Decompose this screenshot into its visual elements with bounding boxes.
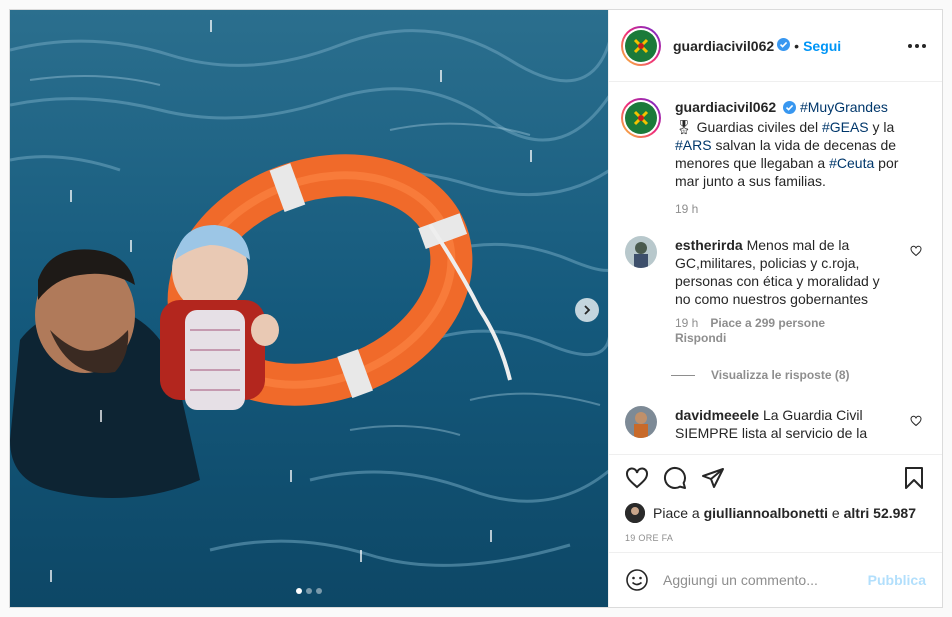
hashtag-link[interactable]: #ARS xyxy=(675,137,712,153)
likes-prefix: Piace a xyxy=(653,505,700,521)
likes-middle: e xyxy=(831,505,840,521)
verified-badge-icon xyxy=(783,100,797,118)
caption-time[interactable]: 19 h xyxy=(675,202,905,216)
comment-username[interactable]: estherirda xyxy=(675,237,743,253)
chevron-right-icon xyxy=(582,305,592,315)
instagram-post: guardiacivil062 • Segui guardiacivil062 xyxy=(9,9,943,608)
post-actions: Piace a giulliannoalbonetti e altri 52.9… xyxy=(609,454,942,552)
more-options-icon[interactable] xyxy=(908,43,926,48)
carousel-next-button[interactable] xyxy=(575,298,599,322)
heart-icon[interactable] xyxy=(625,466,649,490)
post-caption: guardiacivil062 #MuyGrandes 🎖 Guardias ci… xyxy=(621,98,926,216)
caption-text-segment: 🎖 xyxy=(675,119,693,135)
post-header: guardiacivil062 • Segui xyxy=(609,10,942,82)
post-sidebar: guardiacivil062 • Segui guardiacivil062 xyxy=(608,10,942,607)
comment-username[interactable]: davidmeeele xyxy=(675,407,759,423)
caption-text: guardiacivil062 #MuyGrandes 🎖 Guardias ci… xyxy=(675,98,905,190)
hashtag-link[interactable]: #Ceuta xyxy=(829,155,874,171)
caption-text-segment: Guardias civiles del xyxy=(692,119,822,135)
comment-item: estherirda Menos mal de la GC,militares,… xyxy=(621,236,926,346)
guardia-civil-emblem-icon xyxy=(633,110,649,126)
carousel-indicator xyxy=(296,588,322,594)
bookmark-icon[interactable] xyxy=(902,466,926,490)
author-avatar[interactable] xyxy=(621,25,661,66)
guardia-civil-emblem-icon xyxy=(633,38,649,53)
author-username[interactable]: guardiacivil062 xyxy=(673,38,774,54)
carousel-dot-3 xyxy=(316,588,322,594)
comment-time[interactable]: 19 h xyxy=(675,316,698,331)
follow-button[interactable]: Segui xyxy=(803,38,841,54)
comment-like-heart-icon[interactable] xyxy=(910,244,922,260)
follow-separator: • xyxy=(794,37,800,54)
share-icon[interactable] xyxy=(701,466,725,490)
carousel-dot-1 xyxy=(296,588,302,594)
caption-avatar[interactable] xyxy=(621,98,661,138)
commenter-avatar[interactable] xyxy=(625,236,657,268)
comment-input[interactable] xyxy=(663,572,868,588)
likes-summary: Piace a giulliannoalbonetti e altri 52.9… xyxy=(625,503,926,523)
commenter-avatar[interactable] xyxy=(625,406,657,438)
comment-item: davidmeeele La Guardia Civil SIEMPRE lis… xyxy=(621,406,926,442)
likes-others-link[interactable]: altri 52.987 xyxy=(844,505,916,521)
view-replies-button[interactable]: Visualizza le risposte (8) xyxy=(671,368,926,382)
hashtag-link[interactable]: #MuyGrandes xyxy=(800,99,888,115)
post-date[interactable]: 19 ORE FA xyxy=(625,533,926,543)
publish-button[interactable]: Pubblica xyxy=(868,572,926,588)
liker-username[interactable]: giulliannoalbonetti xyxy=(704,505,828,521)
verified-badge-icon xyxy=(777,37,791,54)
comments-section[interactable]: guardiacivil062 #MuyGrandes 🎖 Guardias ci… xyxy=(609,82,942,454)
carousel-dot-2 xyxy=(306,588,312,594)
rescue-photo xyxy=(10,10,608,607)
liker-avatar[interactable] xyxy=(625,503,645,523)
view-replies-label: Visualizza le risposte (8) xyxy=(711,368,850,382)
emoji-icon[interactable] xyxy=(625,568,649,592)
comment-icon[interactable] xyxy=(663,466,687,490)
reply-button[interactable]: Rispondi xyxy=(675,331,726,346)
add-comment-bar: Pubblica xyxy=(609,552,942,607)
post-media[interactable] xyxy=(10,10,608,607)
comment-like-heart-icon[interactable] xyxy=(910,414,922,430)
caption-text-segment: y la xyxy=(868,119,895,135)
comment-likes[interactable]: Piace a 299 persone xyxy=(710,316,825,331)
hashtag-link[interactable]: #GEAS xyxy=(822,119,869,135)
caption-username[interactable]: guardiacivil062 xyxy=(675,99,776,115)
replies-divider xyxy=(671,374,695,376)
